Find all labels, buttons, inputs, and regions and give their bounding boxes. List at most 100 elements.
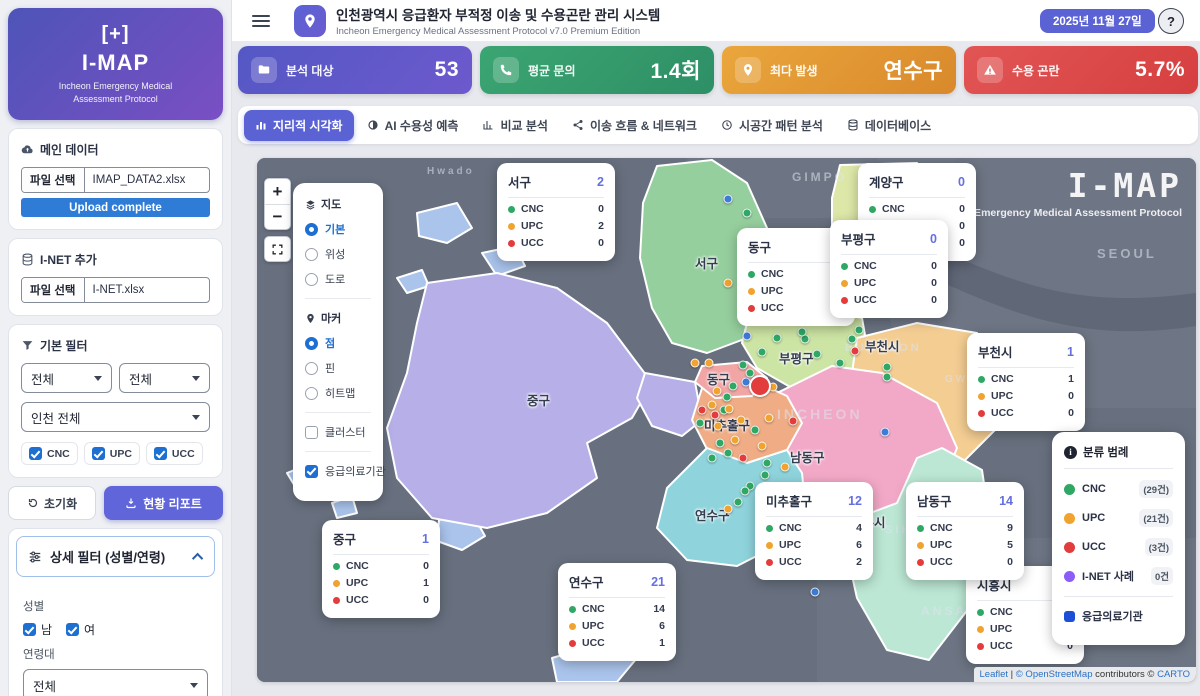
radio-checked-icon [305, 222, 318, 236]
district-popup[interactable]: 서구 2 CNC 0 UPC 2 UCC 0 [497, 163, 615, 261]
upc-marker[interactable] [730, 435, 740, 445]
hosp-marker[interactable] [880, 427, 890, 437]
cnc-marker[interactable] [750, 425, 760, 435]
ucc-marker[interactable] [850, 346, 860, 356]
cnc-marker[interactable] [707, 453, 717, 463]
filter-select-b[interactable]: 전체 [119, 363, 210, 393]
maptype-satellite-radio[interactable]: 위성 [305, 246, 371, 262]
attribution-link[interactable]: © OpenStreetMap [1016, 669, 1093, 680]
tab-spatiotemporal[interactable]: 시공간 패턴 분석 [710, 110, 834, 141]
upc-marker[interactable] [724, 404, 734, 414]
age-select[interactable]: 전체 [23, 669, 208, 696]
popup-total-count: 0 [930, 231, 937, 246]
main-data-file-input[interactable]: 파일 선택 IMAP_DATA2.xlsx [21, 167, 210, 193]
hospital-checkbox[interactable]: 응급의료기관 [305, 463, 386, 479]
zoom-out-button[interactable]: − [265, 204, 290, 229]
cnc-marker[interactable] [742, 208, 752, 218]
cnc-checkbox[interactable]: CNC [21, 442, 78, 465]
date-badge[interactable]: 2025년 11월 27일 [1040, 9, 1155, 33]
ucc-marker[interactable] [738, 453, 748, 463]
cnc-marker[interactable] [728, 381, 738, 391]
age-label: 연령대 [23, 649, 55, 661]
share-network-icon [573, 120, 583, 130]
cnc-marker[interactable] [847, 334, 857, 344]
district-popup[interactable]: 남동구 14 CNC 9 UPC 5 UCC 0 [906, 482, 1024, 580]
cnc-marker[interactable] [882, 372, 892, 382]
ucc-marker[interactable] [697, 405, 707, 415]
hosp-marker[interactable] [742, 331, 752, 341]
district-popup[interactable]: 부천시 1 CNC 1 UPC 0 UCC 0 [967, 333, 1085, 431]
tab-geographic-visualization[interactable]: 지리적 시각화 [244, 109, 354, 141]
popup-district-name: 미추홀구 [766, 495, 813, 509]
cnc-marker[interactable] [760, 470, 770, 480]
cnc-marker[interactable] [722, 392, 732, 402]
inet-file-input[interactable]: 파일 선택 I-NET.xlsx [21, 277, 210, 303]
cnc-dot-icon [333, 562, 340, 570]
upc-marker[interactable] [712, 386, 722, 396]
upc-marker[interactable] [764, 413, 774, 423]
detail-filter-header[interactable]: 상세 필터 (성별/연령) [16, 536, 215, 577]
ucc-checkbox[interactable]: UCC [145, 442, 203, 465]
district-popup[interactable]: 중구 1 CNC 0 UPC 1 UCC 0 [322, 520, 440, 618]
cnc-marker[interactable] [723, 448, 733, 458]
region-select[interactable]: 인천 전체 [21, 402, 210, 432]
upc-marker[interactable] [736, 415, 746, 425]
cnc-marker[interactable] [715, 438, 725, 448]
upc-marker[interactable] [723, 504, 733, 514]
attribution-link[interactable]: Leaflet [980, 669, 1009, 680]
hosp-marker[interactable] [810, 587, 820, 597]
tab-transfer-network[interactable]: 이송 흐름 & 네트워크 [561, 110, 708, 141]
maptype-basic-radio[interactable]: 기본 [305, 221, 371, 237]
cnc-marker[interactable] [757, 347, 767, 357]
cnc-marker[interactable] [762, 458, 772, 468]
tab-database[interactable]: 데이터베이스 [836, 110, 942, 141]
upc-marker[interactable] [757, 441, 767, 451]
cnc-marker[interactable] [733, 497, 743, 507]
district-popup[interactable]: 미추홀구 12 CNC 4 UPC 6 UCC 2 [755, 482, 873, 580]
file-select-button[interactable]: 파일 선택 [22, 278, 85, 302]
cnc-marker[interactable] [797, 327, 807, 337]
cnc-marker[interactable] [835, 358, 845, 368]
gender-female-checkbox[interactable]: 여 [66, 621, 95, 638]
marker-heatmap-radio[interactable]: 히트맵 [305, 385, 371, 401]
report-button[interactable]: 현황 리포트 [104, 486, 223, 520]
fullscreen-button[interactable] [264, 236, 291, 262]
tab-comparison[interactable]: 비교 분석 [471, 110, 559, 141]
ucc-marker[interactable] [788, 416, 798, 426]
cnc-marker[interactable] [772, 333, 782, 343]
maptype-road-radio[interactable]: 도로 [305, 271, 371, 287]
popup-row: UPC 5 [917, 539, 1013, 551]
upc-marker[interactable] [707, 400, 717, 410]
gender-male-checkbox[interactable]: 남 [23, 621, 52, 638]
cnc-marker[interactable] [740, 486, 750, 496]
district-popup[interactable]: 연수구 21 CNC 14 UPC 6 UCC 1 [558, 563, 676, 661]
ucc-marker[interactable] [710, 410, 720, 420]
upc-marker[interactable] [780, 462, 790, 472]
reset-button[interactable]: 초기화 [8, 486, 97, 520]
upc-marker[interactable] [704, 358, 714, 368]
map-canvas[interactable]: HwadoGIMPOSEOULBUCHEONGWANGMYEONGINCHEON… [257, 158, 1196, 682]
popup-row: CNC0 [841, 260, 937, 272]
tab-ai-prediction[interactable]: AI 수용성 예측 [356, 110, 470, 141]
cnc-marker[interactable] [738, 360, 748, 370]
upc-marker[interactable] [713, 421, 723, 431]
district-popup[interactable]: 부평구 0 CNC 0 UPC 0 UCC 0 [830, 220, 948, 318]
upc-marker[interactable] [723, 278, 733, 288]
file-select-button[interactable]: 파일 선택 [22, 168, 85, 192]
cnc-marker[interactable] [812, 349, 822, 359]
cluster-checkbox[interactable]: 클러스터 [305, 424, 371, 440]
filter-select-a[interactable]: 전체 [21, 363, 112, 393]
cnc-marker[interactable] [695, 418, 705, 428]
upc-checkbox[interactable]: UPC [83, 442, 140, 465]
ucc-marker-large[interactable] [749, 375, 771, 397]
cnc-marker[interactable] [882, 362, 892, 372]
cnc-marker[interactable] [854, 325, 864, 335]
attribution-link[interactable]: CARTO [1157, 669, 1190, 680]
help-icon[interactable]: ? [1158, 8, 1184, 34]
marker-dot-radio[interactable]: 점 [305, 335, 371, 351]
marker-pin-radio[interactable]: 핀 [305, 360, 371, 376]
zoom-in-button[interactable]: + [265, 179, 290, 204]
hosp-marker[interactable] [723, 194, 733, 204]
upc-marker[interactable] [690, 358, 700, 368]
menu-icon[interactable] [252, 14, 270, 27]
